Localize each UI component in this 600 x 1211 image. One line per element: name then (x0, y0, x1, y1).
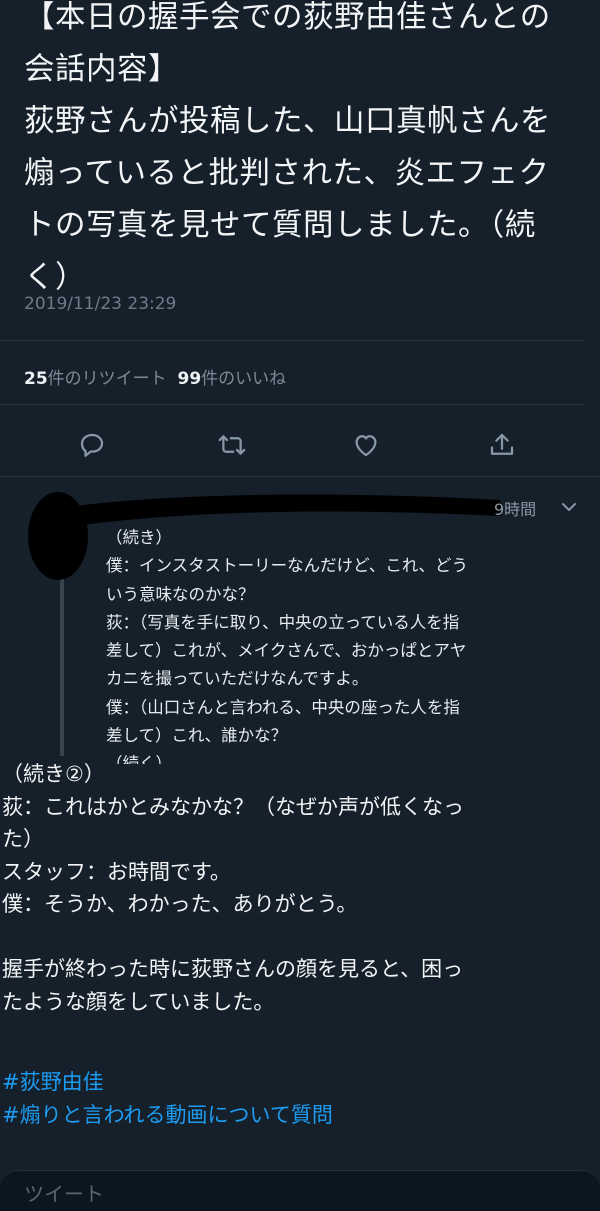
like-label: 件のいいね (201, 369, 287, 389)
tweet-text-line: 会話内容】 (24, 52, 179, 87)
hashtag-list: #荻野由佳 #煽りと言われる動画について質問 (2, 1066, 333, 1132)
reply-line: 荻：（写真を手に取り、中央の立っている人を指 (106, 612, 460, 632)
continuation-line: 荻：これはかとみなかな？（なぜか声が低くなっ (2, 794, 464, 819)
divider (0, 340, 584, 341)
continuation-line: （続き②） (2, 762, 105, 786)
tweet-text-line: トの写真を見せて質問しました。（続 (24, 208, 536, 243)
continuation-line: 握手が終わった時に荻野さんの顔を見ると、困っ (2, 957, 464, 981)
continuation-line: たような顔をしていました。 (2, 989, 275, 1014)
reply-line: 僕：インスタストーリーなんだけど、これ、どう (106, 556, 469, 576)
reply-line: 僕：（山口さんと言われる、中央の座った人を指 (106, 697, 460, 717)
like-button[interactable] (346, 420, 386, 470)
tweet-action-bar (0, 420, 600, 472)
reply-button[interactable] (72, 420, 112, 470)
retweet-button[interactable] (212, 420, 252, 470)
thread-line (60, 560, 64, 756)
retweet-count: 25 (24, 369, 48, 389)
tweet-timestamp[interactable]: 2019/11/23 23:29 (24, 294, 176, 314)
reply-line: （続き） (106, 528, 172, 547)
reply-text: （続き） 僕：インスタストーリーなんだけど、これ、どう いう意味なのかな？ 荻：… (106, 524, 590, 764)
retweet-icon (218, 435, 246, 455)
compose-placeholder[interactable]: ツイート (24, 1178, 104, 1207)
continuation-text: （続き②） 荻：これはかとみなかな？（なぜか声が低くなっ た） スタッフ：お時間… (2, 758, 592, 1018)
reply-timestamp[interactable]: 9時間 (494, 496, 536, 520)
tweet-text: 【本日の握手会での荻野由佳さんとの 会話内容】 荻野さんが投稿した、山口真帆さん… (24, 0, 584, 304)
divider (0, 476, 600, 477)
retweet-stat[interactable]: 25件のリツイート (24, 369, 167, 389)
like-count: 99 (177, 369, 202, 389)
heart-icon (355, 435, 377, 457)
reply-icon (80, 433, 104, 457)
retweet-label: 件のリツイート (47, 369, 167, 389)
continuation-line (2, 921, 592, 954)
divider (0, 404, 584, 405)
continuation-line: スタッフ：お時間です。 (2, 859, 231, 884)
reply-line: 差して）これ、誰かな？ (106, 726, 288, 746)
reply-line: カニを撮っていただけなんですよ。 (106, 669, 369, 689)
tweet-text-line: 荻野さんが投稿した、山口真帆さんを (24, 104, 551, 139)
like-stat[interactable]: 99件のいいね (177, 369, 286, 389)
tweet-stats: 25件のリツイート 99件のいいね (24, 364, 286, 389)
reply-line: いう意味なのかな？ (106, 584, 255, 604)
continuation-line: た） (2, 827, 44, 851)
hashtag-link[interactable]: #荻野由佳 (2, 1066, 333, 1099)
chevron-down-icon[interactable] (558, 498, 580, 516)
tweet-text-line: 【本日の握手会での荻野由佳さんとの (24, 0, 551, 35)
continuation-line: 僕：そうか、わかった、ありがとう。 (2, 892, 358, 916)
hashtag-link[interactable]: #煽りと言われる動画について質問 (2, 1099, 333, 1132)
tweet-text-line: 煽っていると批判された、炎エフェク (24, 156, 550, 191)
share-icon (490, 433, 514, 455)
share-button[interactable] (482, 420, 522, 470)
reply-line: 差して）これが、メイクさんで、おかっぱとアヤ (106, 641, 467, 661)
